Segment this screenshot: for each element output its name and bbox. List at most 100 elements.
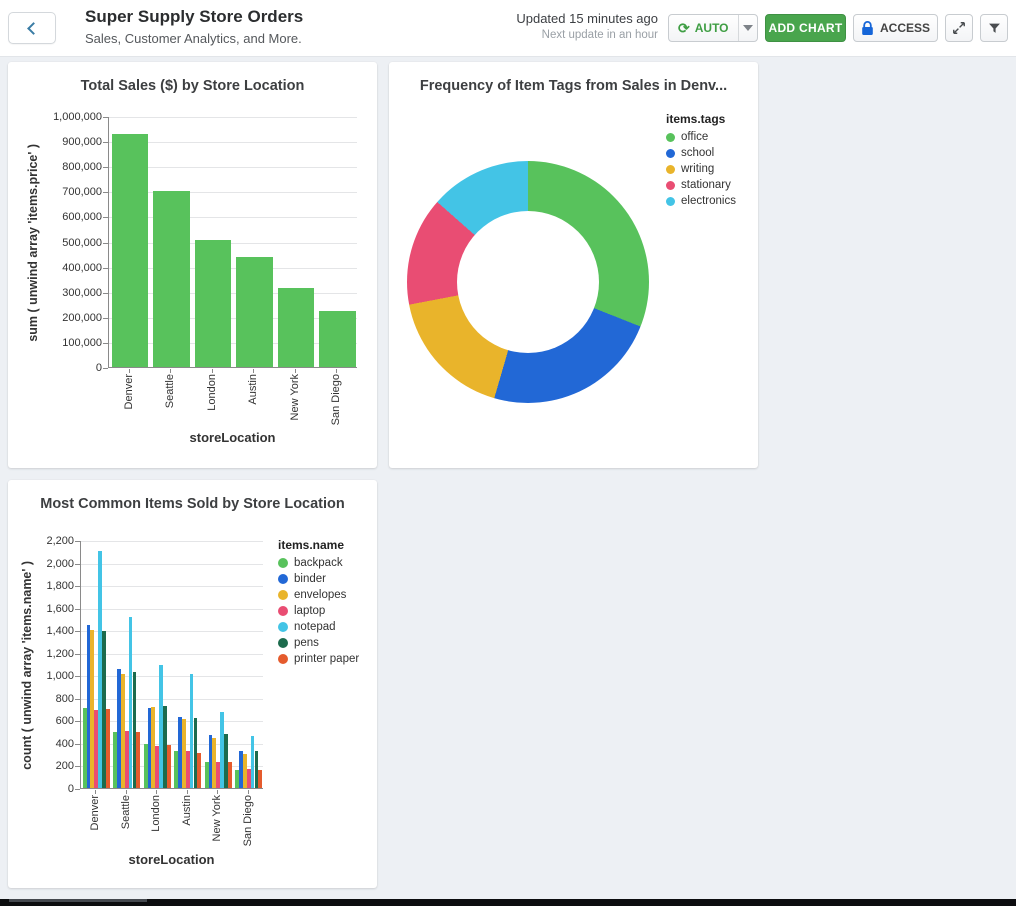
y-tick-mark <box>75 699 80 700</box>
back-button[interactable] <box>8 12 56 44</box>
bar-Denver <box>112 134 149 367</box>
x-tick-label: Austin <box>172 795 203 851</box>
legend-label: printer paper <box>294 653 359 665</box>
legend-item-pens: pens <box>278 637 359 649</box>
chart-title: Total Sales ($) by Store Location <box>8 78 377 94</box>
y-tick-mark <box>75 654 80 655</box>
updated-text: Updated 15 minutes ago <box>516 11 658 26</box>
bar-printer paper <box>258 770 262 788</box>
x-tick-mark <box>156 790 157 794</box>
y-tick-mark <box>75 766 80 767</box>
y-tick-mark <box>75 609 80 610</box>
chart-card-total-sales[interactable]: Total Sales ($) by Store Location sum ( … <box>8 62 377 468</box>
y-tick-label: 1,000 <box>0 670 74 682</box>
access-button[interactable]: ACCESS <box>853 14 938 42</box>
y-tick-label: 1,600 <box>0 603 74 615</box>
gridline <box>109 117 357 118</box>
chart-card-item-tags[interactable]: Frequency of Item Tags from Sales in Den… <box>389 62 758 468</box>
legend-item-binder: binder <box>278 573 359 585</box>
filter-funnel-icon <box>988 22 1001 35</box>
legend-item-laptop: laptop <box>278 605 359 617</box>
legend-item-stationary: stationary <box>666 179 736 191</box>
legend-dot <box>666 149 675 158</box>
bar-chart-plot-area <box>108 117 357 368</box>
page-title: Super Supply Store Orders <box>85 7 303 27</box>
legend: items.name backpackbinderenvelopeslaptop… <box>278 538 359 669</box>
add-chart-label: ADD CHART <box>768 21 842 35</box>
page-subtitle: Sales, Customer Analytics, and More. <box>85 31 302 46</box>
bar-San Diego <box>319 311 356 367</box>
y-tick-label: 200 <box>0 760 74 772</box>
legend-label: laptop <box>294 605 325 617</box>
x-tick-label: Denver <box>108 374 150 430</box>
auto-refresh-split-button: ⟳ AUTO <box>668 14 758 42</box>
y-tick-mark <box>103 268 108 269</box>
y-tick-mark <box>103 318 108 319</box>
legend-label: backpack <box>294 557 343 569</box>
x-tick-mark <box>129 369 130 373</box>
legend-label: notepad <box>294 621 336 633</box>
next-update-text: Next update in an hour <box>516 29 658 41</box>
legend-dot <box>278 638 288 648</box>
x-tick-mark <box>336 369 337 373</box>
y-tick-mark <box>103 142 108 143</box>
x-tick-mark <box>217 790 218 794</box>
y-tick-label: 400 <box>0 738 74 750</box>
legend-item-electronics: electronics <box>666 195 736 207</box>
legend-item-school: school <box>666 147 736 159</box>
x-tick-label-text: London <box>206 374 218 411</box>
legend-label: school <box>681 147 714 159</box>
legend-label: binder <box>294 573 326 585</box>
add-chart-button[interactable]: ADD CHART <box>765 14 846 42</box>
x-tick-label-text: Austin <box>181 795 193 826</box>
x-tick-label: Seattle <box>111 795 142 851</box>
y-tick-label: 1,400 <box>0 625 74 637</box>
bar-Austin <box>236 257 273 367</box>
y-tick-label: 900,000 <box>10 136 102 148</box>
fullscreen-button[interactable] <box>945 14 973 42</box>
y-tick-mark <box>103 368 108 369</box>
legend-item-printer paper: printer paper <box>278 653 359 665</box>
auto-refresh-dropdown-button[interactable] <box>738 15 757 41</box>
y-tick-label: 600 <box>0 715 74 727</box>
filter-button[interactable] <box>980 14 1008 42</box>
legend-label: writing <box>681 163 714 175</box>
gridline <box>81 631 263 632</box>
auto-label: AUTO <box>695 21 729 35</box>
x-tick-mark <box>212 369 213 373</box>
y-tick-mark <box>75 564 80 565</box>
gridline <box>81 654 263 655</box>
y-tick-label: 2,000 <box>0 558 74 570</box>
x-tick-mark <box>126 790 127 794</box>
y-tick-label: 2,200 <box>0 535 74 547</box>
dashboard-header: Super Supply Store Orders Sales, Custome… <box>0 0 1016 57</box>
y-tick-mark <box>103 192 108 193</box>
legend-item-office: office <box>666 131 736 143</box>
x-tick-label-text: Seattle <box>164 374 176 408</box>
bar-printer paper <box>197 753 201 788</box>
y-tick-label: 500,000 <box>10 237 102 249</box>
taskbar-edge <box>0 899 1016 906</box>
x-tick-label: New York <box>202 795 233 851</box>
legend-dot <box>666 197 675 206</box>
legend: items.tags officeschoolwritingstationary… <box>666 112 736 211</box>
auto-refresh-button[interactable]: ⟳ AUTO <box>669 15 738 41</box>
x-tick-label-text: San Diego <box>242 795 254 846</box>
chart-title: Most Common Items Sold by Store Location <box>8 496 377 512</box>
legend-item-writing: writing <box>666 163 736 175</box>
y-tick-label: 1,200 <box>0 648 74 660</box>
y-tick-label: 200,000 <box>10 312 102 324</box>
bar-Seattle <box>153 191 190 367</box>
x-tick-mark <box>170 369 171 373</box>
y-tick-label: 1,000,000 <box>10 111 102 123</box>
chevron-down-icon <box>743 25 753 31</box>
legend-dot <box>278 606 288 616</box>
legend-label: envelopes <box>294 589 346 601</box>
gridline <box>81 586 263 587</box>
chart-card-common-items[interactable]: Most Common Items Sold by Store Location… <box>8 480 377 888</box>
y-axis-title: count ( unwind array 'items.name' ) <box>16 541 38 789</box>
legend-dot <box>278 590 288 600</box>
legend-dot <box>278 622 288 632</box>
access-label: ACCESS <box>880 21 930 35</box>
y-tick-label: 0 <box>10 362 102 374</box>
